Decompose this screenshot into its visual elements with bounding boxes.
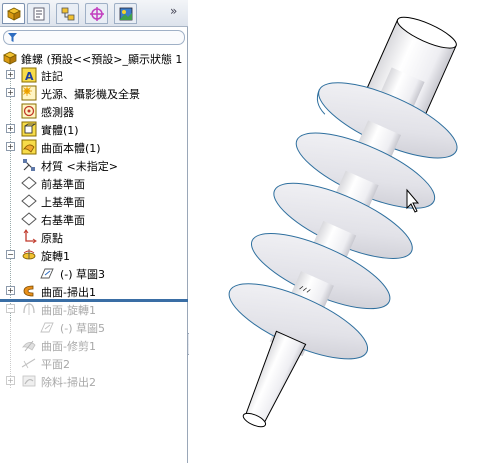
tree-root-label: 錐螺 (預設<<預設>_顯示狀態 1 bbox=[21, 53, 183, 66]
display-manager-tab[interactable] bbox=[114, 3, 137, 24]
plane-icon bbox=[21, 175, 37, 191]
plane-icon bbox=[21, 193, 37, 209]
tree-item-sensors[interactable]: 感測器 bbox=[0, 102, 188, 120]
tree-item-origin[interactable]: 原點 bbox=[0, 228, 188, 246]
tree-item-solid-bodies[interactable]: + 實體(1) bbox=[0, 120, 188, 138]
plane-icon bbox=[21, 211, 37, 227]
tree-item-plane2[interactable]: 平面2 bbox=[0, 354, 188, 372]
revolve-icon bbox=[21, 247, 37, 263]
surface-trim-icon bbox=[21, 337, 37, 353]
property-manager-icon bbox=[33, 7, 44, 20]
tree-item-label: 實體(1) bbox=[41, 124, 79, 137]
tree-root-part[interactable]: 錐螺 (預設<<預設>_顯示狀態 1 bbox=[0, 49, 188, 67]
sensor-icon bbox=[21, 103, 37, 119]
tree-item-lights-cameras[interactable]: + 光源、攝影機及全景 bbox=[0, 84, 188, 102]
tree-item-right-plane[interactable]: 右基準面 bbox=[0, 210, 188, 228]
expand-toggle[interactable]: + bbox=[6, 88, 15, 97]
tree-item-surface-bodies[interactable]: + 曲面本體(1) bbox=[0, 138, 188, 156]
rollback-bar[interactable] bbox=[0, 299, 188, 302]
tree-item-sketch3[interactable]: (-) 草圖3 bbox=[0, 264, 188, 282]
sketch-icon bbox=[39, 265, 55, 281]
tree-item-material[interactable]: 材質 <未指定> bbox=[0, 156, 188, 174]
surface-sweep-icon bbox=[21, 283, 37, 299]
part-model bbox=[228, 16, 458, 428]
material-icon bbox=[21, 157, 37, 173]
feature-manager-tab[interactable] bbox=[2, 3, 25, 24]
graphics-viewport[interactable] bbox=[189, 0, 497, 463]
plane-icon bbox=[21, 355, 37, 371]
annotation-icon: A bbox=[21, 67, 37, 83]
tree-filter[interactable] bbox=[3, 30, 185, 45]
surface-revolve-icon bbox=[21, 301, 37, 317]
solid-bodies-icon bbox=[21, 121, 37, 137]
tree-item-sketch5[interactable]: (-) 草圖5 bbox=[0, 318, 188, 336]
dimxpert-icon bbox=[89, 6, 104, 21]
tree-item-label: 曲面本體(1) bbox=[41, 142, 101, 155]
expand-toggle[interactable]: + bbox=[6, 142, 15, 151]
tree-item-label: 右基準面 bbox=[41, 214, 85, 227]
configuration-manager-icon bbox=[61, 7, 74, 20]
tree-item-label: 旋轉1 bbox=[41, 250, 70, 263]
tree-item-label: (-) 草圖5 bbox=[60, 322, 106, 335]
tree-item-label: 上基準面 bbox=[41, 196, 85, 209]
property-manager-tab[interactable] bbox=[27, 3, 50, 24]
part-icon bbox=[2, 50, 18, 66]
panel-tab-bar: » bbox=[0, 0, 188, 27]
tree-item-front-plane[interactable]: 前基準面 bbox=[0, 174, 188, 192]
expand-toggle[interactable]: + bbox=[6, 286, 15, 295]
more-tabs-button[interactable]: » bbox=[170, 4, 177, 18]
configuration-manager-tab[interactable] bbox=[56, 3, 79, 24]
tree-item-surface-sweep1[interactable]: + 曲面-掃出1 bbox=[0, 282, 188, 300]
tree-item-label: 光源、攝影機及全景 bbox=[41, 88, 140, 101]
expand-toggle[interactable]: + bbox=[6, 124, 15, 133]
svg-text:A: A bbox=[25, 70, 34, 83]
screw-body bbox=[228, 16, 458, 428]
origin-icon bbox=[21, 229, 37, 245]
tree-item-cut-sweep2[interactable]: + 除料-掃出2 bbox=[0, 372, 188, 390]
display-manager-icon bbox=[119, 7, 132, 20]
tree-item-surface-revolve1[interactable]: − 曲面-旋轉1 bbox=[0, 300, 188, 318]
tree-item-label: 除料-掃出2 bbox=[41, 376, 96, 389]
dimxpert-manager-tab[interactable] bbox=[85, 3, 108, 24]
feature-manager-panel: » 錐螺 (預設<<預設>_顯示狀態 1 + A 註記 + 光源、攝影機及全景 … bbox=[0, 0, 188, 463]
lights-cameras-icon bbox=[21, 85, 37, 101]
surface-bodies-icon bbox=[21, 139, 37, 155]
tree-item-annotations[interactable]: + A 註記 bbox=[0, 66, 188, 84]
tree-item-label: 前基準面 bbox=[41, 178, 85, 191]
tree-item-label: (-) 草圖3 bbox=[60, 268, 106, 281]
tree-item-top-plane[interactable]: 上基準面 bbox=[0, 192, 188, 210]
tree-item-label: 感測器 bbox=[41, 106, 74, 119]
expand-toggle[interactable]: + bbox=[6, 376, 15, 385]
tree-item-revolve1[interactable]: − 旋轉1 bbox=[0, 246, 188, 264]
expand-toggle[interactable]: + bbox=[6, 70, 15, 79]
filter-icon bbox=[8, 33, 17, 42]
tree-item-label: 材質 <未指定> bbox=[41, 160, 118, 173]
cut-sweep-icon bbox=[21, 373, 37, 389]
tree-item-surface-trim1[interactable]: 曲面-修剪1 bbox=[0, 336, 188, 354]
sketch-icon bbox=[39, 319, 55, 335]
tree-item-label: 曲面-修剪1 bbox=[41, 340, 96, 353]
collapse-toggle[interactable]: − bbox=[6, 304, 15, 313]
tree-item-label: 平面2 bbox=[41, 358, 70, 371]
tree-item-label: 原點 bbox=[41, 232, 63, 245]
tree-item-label: 曲面-旋轉1 bbox=[41, 304, 96, 317]
tree-item-label: 註記 bbox=[41, 70, 63, 83]
collapse-toggle[interactable]: − bbox=[6, 250, 15, 259]
tree-item-label: 曲面-掃出1 bbox=[41, 286, 96, 299]
feature-manager-icon bbox=[6, 7, 21, 21]
